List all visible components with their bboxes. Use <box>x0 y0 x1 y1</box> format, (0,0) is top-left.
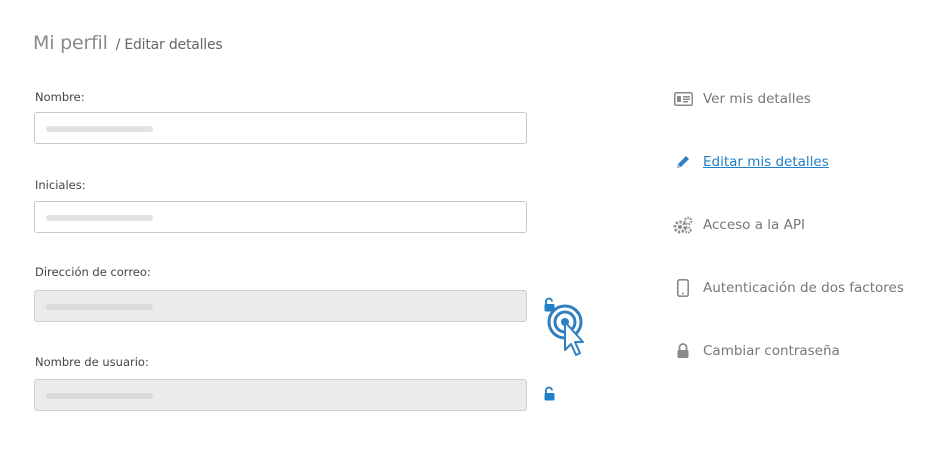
phone-icon <box>673 279 693 297</box>
name-field-value-redacted <box>46 126 153 132</box>
sidebar-item-label: Autenticación de dos factores <box>703 280 904 296</box>
sidebar-item-edit-details[interactable]: Editar mis detalles <box>673 153 829 171</box>
gears-icon <box>673 216 693 234</box>
name-label: Nombre: <box>35 90 85 104</box>
lock-icon <box>673 342 693 360</box>
initials-label: Iniciales: <box>35 178 86 192</box>
id-card-icon <box>673 90 693 108</box>
username-field-value-redacted <box>46 393 153 399</box>
sidebar-item-view-details[interactable]: Ver mis detalles <box>673 90 811 108</box>
email-label: Dirección de correo: <box>35 265 151 279</box>
sidebar-item-label: Acceso a la API <box>703 217 805 233</box>
email-field-value-redacted <box>46 304 153 310</box>
initials-field-value-redacted <box>46 215 153 221</box>
click-cursor-icon <box>547 304 584 356</box>
initials-field[interactable] <box>34 201 527 233</box>
breadcrumb-subtitle: / Editar detalles <box>115 37 223 53</box>
name-field[interactable] <box>34 112 527 144</box>
sidebar-item-change-password[interactable]: Cambiar contraseña <box>673 342 840 360</box>
sidebar-item-label: Ver mis detalles <box>703 91 811 107</box>
sidebar-item-label: Cambiar contraseña <box>703 343 840 359</box>
sidebar-item-two-factor[interactable]: Autenticación de dos factores <box>673 279 904 297</box>
page-title: Mi perfil / Editar detalles <box>33 32 223 54</box>
email-field <box>34 290 527 322</box>
sidebar-item-api-access[interactable]: Acceso a la API <box>673 216 805 234</box>
username-label: Nombre de usuario: <box>35 355 149 369</box>
sidebar-item-label: Editar mis detalles <box>703 154 829 170</box>
pencil-icon <box>673 153 693 171</box>
page-title-main: Mi perfil <box>33 32 108 54</box>
username-field <box>34 379 527 411</box>
username-unlock-icon[interactable] <box>543 386 557 402</box>
